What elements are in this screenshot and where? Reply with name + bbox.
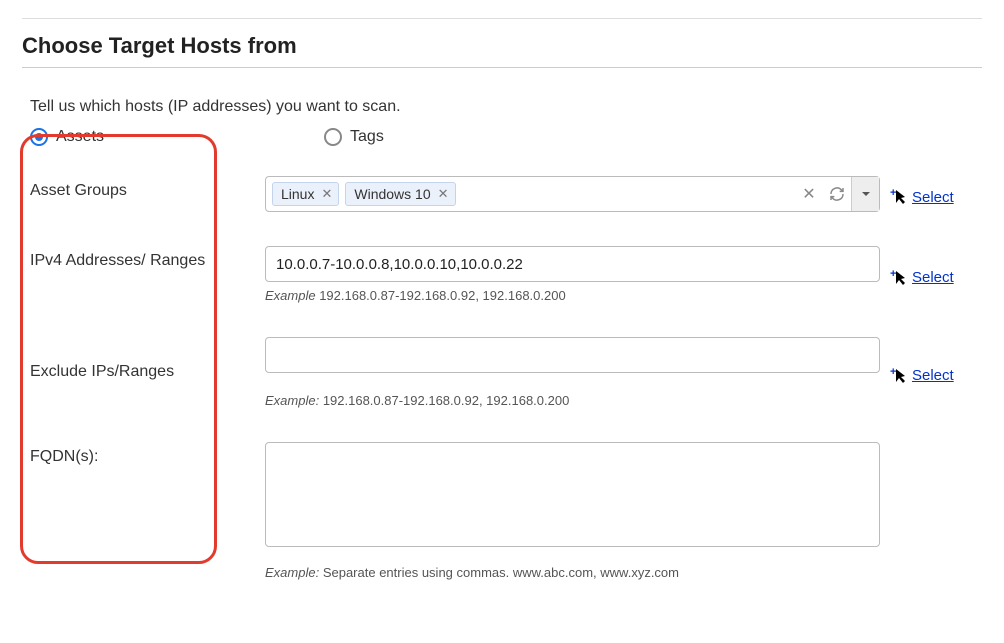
intro-text: Tell us which hosts (IP addresses) you w… [22,98,982,116]
tag-label: Linux [281,186,314,202]
exclude-example: Example: 192.168.0.87-192.168.0.92, 192.… [265,393,880,408]
select-cursor-icon: + [890,366,910,386]
select-cursor-icon: + [890,268,910,288]
label-exclude: Exclude IPs/Ranges [30,337,255,408]
remove-tag-icon[interactable]: ✕ [319,186,334,202]
fqdn-example: Example: Separate entries using commas. … [265,565,880,580]
asset-group-tag[interactable]: Linux ✕ [272,182,339,206]
example-prefix: Example [265,288,316,303]
select-link-text[interactable]: Select [912,269,954,286]
radio-tags[interactable]: Tags [324,128,384,146]
radio-assets-label: Assets [56,128,104,146]
clear-icon[interactable]: ✕ [795,177,823,211]
example-body: 192.168.0.87-192.168.0.92, 192.168.0.200 [319,393,569,408]
ipv4-input[interactable] [265,246,880,282]
example-body: Separate entries using commas. www.abc.c… [319,565,679,580]
asset-group-tag[interactable]: Windows 10 ✕ [345,182,455,206]
remove-tag-icon[interactable]: ✕ [436,186,451,202]
radio-assets[interactable]: Assets [30,128,104,146]
select-ipv4[interactable]: + Select [890,246,1004,303]
example-prefix: Example: [265,565,319,580]
svg-text:+: + [890,187,896,199]
top-divider [22,18,982,19]
exclude-input[interactable] [265,337,880,373]
title-divider [22,67,982,68]
svg-text:+: + [890,268,896,280]
radio-assets-indicator [30,128,48,146]
example-body: 192.168.0.87-192.168.0.92, 192.168.0.200 [316,288,566,303]
dropdown-toggle[interactable] [851,177,879,211]
fqdn-input[interactable] [265,442,880,547]
radio-tags-indicator [324,128,342,146]
select-link-text[interactable]: Select [912,189,954,206]
example-prefix: Example: [265,393,319,408]
select-cursor-icon: + [890,187,910,207]
label-ipv4: IPv4 Addresses/ Ranges [30,246,255,303]
ipv4-example: Example 192.168.0.87-192.168.0.92, 192.1… [265,288,880,303]
radio-tags-label: Tags [350,128,384,146]
select-link-text[interactable]: Select [912,367,954,384]
tag-label: Windows 10 [354,186,430,202]
label-fqdn: FQDN(s): [30,442,255,580]
label-asset-groups: Asset Groups [30,176,255,212]
page-title: Choose Target Hosts from [22,33,982,59]
refresh-icon[interactable] [823,177,851,211]
asset-groups-input[interactable]: Linux ✕ Windows 10 ✕ ✕ [265,176,880,212]
select-exclude[interactable]: + Select [890,337,1004,408]
select-asset-groups[interactable]: + Select [890,176,1004,212]
svg-text:+: + [890,366,896,378]
